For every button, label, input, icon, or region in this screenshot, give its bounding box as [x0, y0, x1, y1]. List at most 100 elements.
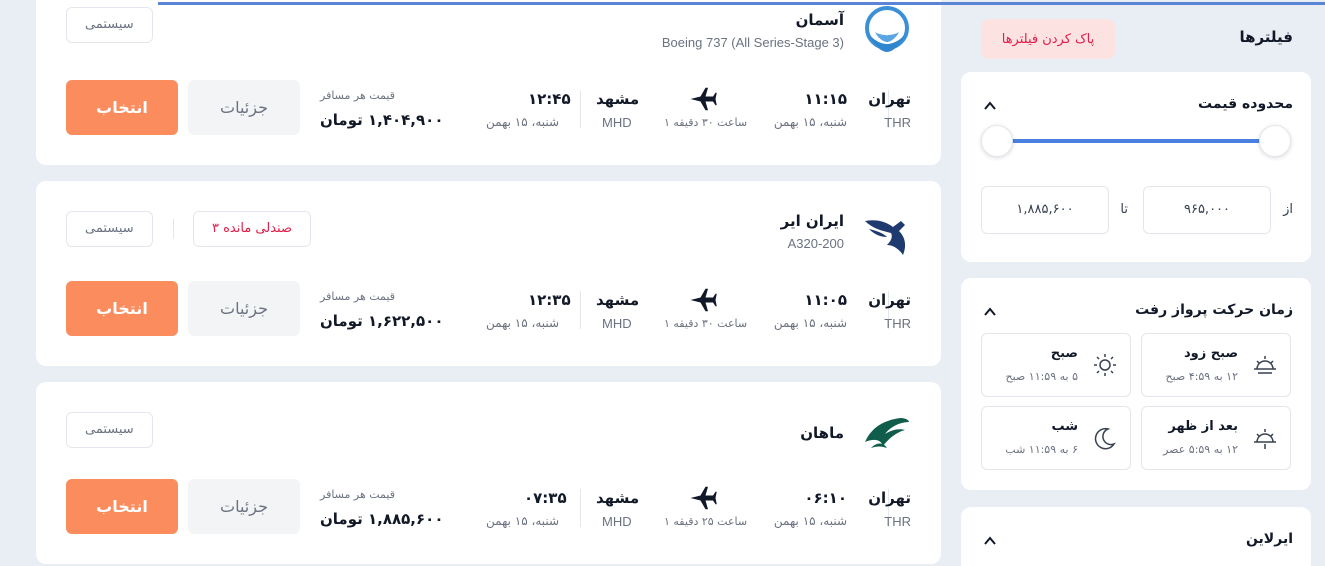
departure-time: ۰۶:۱۰	[804, 489, 847, 507]
arrival-date: شنبه، ۱۵ بهمن	[486, 514, 560, 528]
flight-card: ایران ایر A320-200 سیستمی ۳ صندلی مانده …	[36, 181, 941, 366]
flight-row: انتخاب جزئیات قیمت هر مسافر ۱,۶۲۲,۵۰۰ تو…	[36, 281, 941, 337]
system-tag: سیستمی	[66, 7, 153, 43]
price-from-input[interactable]: ۹۶۵,۰۰۰	[1143, 186, 1271, 234]
arrival-code: MHD	[602, 514, 632, 529]
aseman-logo	[865, 6, 909, 52]
moon-icon	[1094, 427, 1116, 450]
divider	[580, 489, 581, 527]
select-button[interactable]: انتخاب	[66, 80, 178, 135]
sunrise-icon	[1254, 356, 1276, 374]
time-option-morning[interactable]: صبح ۵ به ۱۱:۵۹ صبح	[981, 333, 1131, 397]
airline-title: ایرلاین	[1245, 531, 1293, 547]
from-label: از	[1283, 202, 1293, 217]
time-option-name: صبح زود	[1184, 346, 1238, 361]
time-option-range: ۵ به ۱۱:۵۹ صبح	[1005, 370, 1078, 383]
departure-time-panel: زمان حرکت پرواز رفت صبح زود ۱۲ به ۴:۵۹ ص…	[961, 278, 1311, 490]
time-option-night[interactable]: شب ۶ به ۱۱:۵۹ شب	[981, 406, 1131, 470]
price-per-passenger-label: قیمت هر مسافر	[320, 488, 395, 501]
departure-code: THR	[884, 514, 911, 529]
flight-card: آسمان Boeing 737 (All Series-Stage 3) سی…	[36, 0, 941, 165]
time-option-name: شب	[1051, 419, 1078, 434]
departure-time: ۱۱:۱۵	[804, 90, 847, 108]
filters-header: فیلترها پاک کردن فیلترها	[961, 10, 1311, 66]
departure-city: تهران	[868, 489, 911, 507]
airline-panel: ایرلاین	[961, 507, 1311, 566]
flight-row: انتخاب جزئیات قیمت هر مسافر ۱,۴۰۴,۹۰۰ تو…	[36, 80, 941, 136]
price-range-title: محدوده قیمت	[1198, 96, 1293, 112]
mahan-logo	[865, 418, 909, 448]
departure-time-title: زمان حرکت پرواز رفت	[1135, 302, 1293, 318]
details-button[interactable]: جزئیات	[188, 80, 300, 135]
departure-date: شنبه، ۱۵ بهمن	[773, 514, 847, 528]
time-option-range: ۶ به ۱۱:۵۹ شب	[1005, 443, 1078, 456]
plane-icon	[690, 486, 717, 510]
to-label: تا	[1120, 202, 1128, 217]
price: ۱,۴۰۴,۹۰۰ تومان	[320, 111, 444, 129]
airline-name: ایران ایر	[780, 212, 844, 230]
seats-left-badge: ۳ صندلی مانده	[193, 211, 312, 247]
chevron-up-icon[interactable]	[983, 534, 997, 548]
filters-title: فیلترها	[1239, 28, 1293, 46]
price-to-input[interactable]: ۱,۸۸۵,۶۰۰	[981, 186, 1109, 234]
details-button[interactable]: جزئیات	[188, 479, 300, 534]
flight-card-header: ایران ایر A320-200 سیستمی ۳ صندلی مانده	[36, 181, 941, 261]
departure-date: شنبه، ۱۵ بهمن	[773, 316, 847, 330]
airline-name: آسمان	[795, 11, 844, 29]
arrival-time: ۰۷:۳۵	[524, 489, 567, 507]
flight-duration: ۱ ساعت ۳۰ دقیقه	[664, 116, 748, 129]
arrival-time: ۱۲:۳۵	[528, 291, 571, 309]
page-loading-bar	[158, 2, 1325, 5]
divider	[173, 219, 174, 239]
departure-code: THR	[884, 115, 911, 130]
departure-city: تهران	[868, 90, 911, 108]
arrival-city: مشهد	[596, 489, 640, 507]
plane-icon	[690, 288, 717, 312]
clear-filters-button[interactable]: پاک کردن فیلترها	[981, 19, 1115, 59]
price-per-passenger-label: قیمت هر مسافر	[320, 290, 395, 303]
arrival-code: MHD	[602, 115, 632, 130]
time-option-afternoon[interactable]: بعد از ظهر ۱۲ به ۵:۵۹ عصر	[1141, 406, 1291, 470]
time-option-range: ۱۲ به ۵:۵۹ عصر	[1163, 443, 1238, 456]
price-slider-track[interactable]	[997, 139, 1275, 143]
divider	[580, 291, 581, 329]
arrival-time: ۱۲:۴۵	[528, 90, 571, 108]
arrival-city: مشهد	[596, 291, 640, 309]
time-option-range: ۱۲ به ۴:۵۹ صبح	[1165, 370, 1238, 383]
time-option-name: صبح	[1050, 346, 1078, 361]
divider	[580, 90, 581, 128]
system-tag: سیستمی	[66, 412, 153, 448]
details-button[interactable]: جزئیات	[188, 281, 300, 336]
price-per-passenger-label: قیمت هر مسافر	[320, 89, 395, 102]
departure-city: تهران	[868, 291, 911, 309]
system-tag: سیستمی	[66, 211, 153, 247]
price: ۱,۸۸۵,۶۰۰ تومان	[320, 510, 444, 528]
flight-card-header: آسمان Boeing 737 (All Series-Stage 3) سی…	[36, 0, 941, 70]
flight-card: ماهان سیستمی انتخاب جزئیات قیمت هر مسافر…	[36, 382, 941, 564]
chevron-up-icon[interactable]	[983, 305, 997, 319]
flight-row: انتخاب جزئیات قیمت هر مسافر ۱,۸۸۵,۶۰۰ تو…	[36, 479, 941, 535]
flight-card-header: ماهان سیستمی	[36, 382, 941, 462]
chevron-up-icon[interactable]	[983, 99, 997, 113]
iranair-logo	[865, 220, 906, 255]
price: ۱,۶۲۲,۵۰۰ تومان	[320, 312, 444, 330]
flight-duration: ۱ ساعت ۲۵ دقیقه	[664, 515, 748, 528]
aircraft-type: Boeing 737 (All Series-Stage 3)	[661, 35, 844, 50]
arrival-date: شنبه، ۱۵ بهمن	[486, 316, 560, 330]
time-option-name: بعد از ظهر	[1168, 419, 1238, 434]
sunset-icon	[1254, 429, 1276, 449]
select-button[interactable]: انتخاب	[66, 281, 178, 336]
price-slider-min-handle[interactable]	[981, 125, 1013, 157]
departure-date: شنبه، ۱۵ بهمن	[773, 115, 847, 129]
price-range-panel: محدوده قیمت از ۹۶۵,۰۰۰ تا ۱,۸۸۵,۶۰۰	[961, 72, 1311, 262]
flight-duration: ۱ ساعت ۳۰ دقیقه	[664, 317, 748, 330]
departure-code: THR	[884, 316, 911, 331]
arrival-code: MHD	[602, 316, 632, 331]
aircraft-type: A320-200	[787, 236, 844, 251]
select-button[interactable]: انتخاب	[66, 479, 178, 534]
time-option-early-morning[interactable]: صبح زود ۱۲ به ۴:۵۹ صبح	[1141, 333, 1291, 397]
arrival-date: شنبه، ۱۵ بهمن	[486, 115, 560, 129]
arrival-city: مشهد	[596, 90, 640, 108]
plane-icon	[690, 87, 717, 111]
price-slider-max-handle[interactable]	[1259, 125, 1291, 157]
